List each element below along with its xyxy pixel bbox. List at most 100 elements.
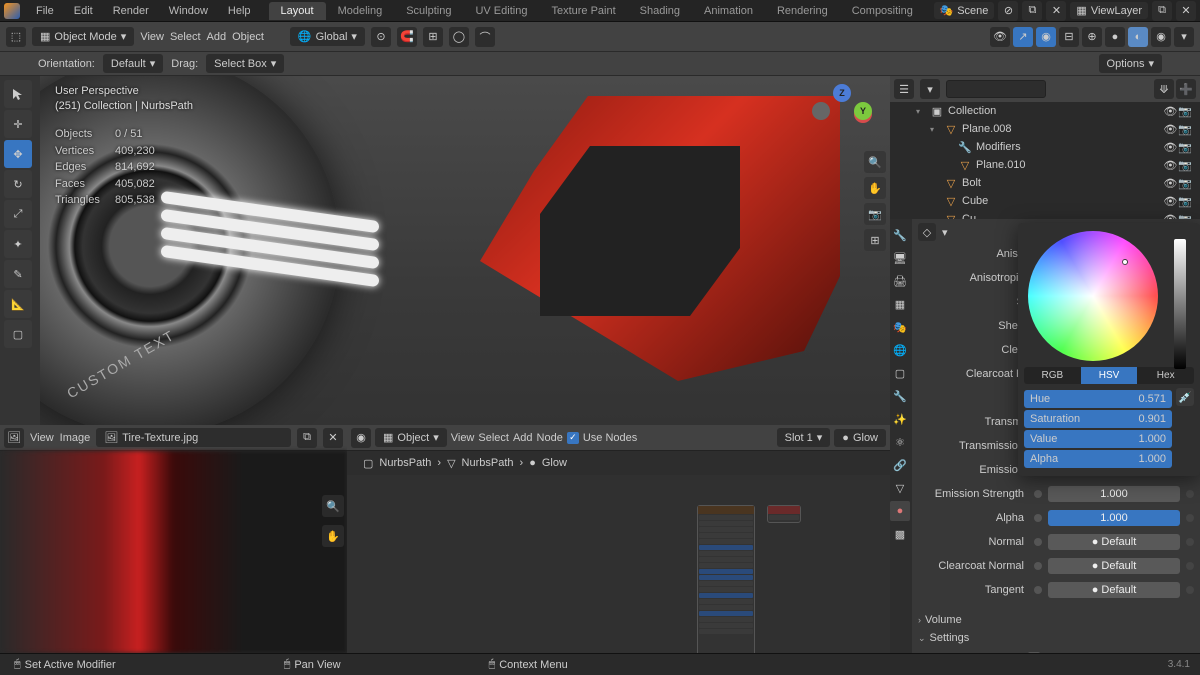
tab-uv[interactable]: UV Editing xyxy=(463,2,539,20)
visibility-icon[interactable]: 👁 xyxy=(990,27,1010,47)
close-icon[interactable]: ✕ xyxy=(1046,1,1066,21)
camera-icon[interactable]: 📷 xyxy=(1178,177,1192,190)
new-collection-icon[interactable]: ➕ xyxy=(1176,79,1196,99)
zoom-icon[interactable]: 🔍 xyxy=(864,151,886,173)
constraint-tab-icon[interactable]: 🔗 xyxy=(890,455,910,475)
alpha-field[interactable]: Alpha1.000 xyxy=(1024,450,1172,468)
outliner-item[interactable]: 🔧Modifiers👁📷 xyxy=(890,138,1200,156)
modifier-tab-icon[interactable]: 🔧 xyxy=(890,386,910,406)
camera-icon[interactable]: 📷 xyxy=(1178,159,1192,172)
orientation-dropdown[interactable]: 🌐Global▾ xyxy=(290,27,365,46)
prop-value[interactable]: ● Default xyxy=(1048,534,1180,550)
persp-icon[interactable]: ⊞ xyxy=(864,229,886,251)
crumb[interactable]: Glow xyxy=(542,457,567,469)
add-cube-tool[interactable]: ▢ xyxy=(4,320,32,348)
slot-dropdown[interactable]: Slot 1▾ xyxy=(777,428,831,447)
tab-compositing[interactable]: Compositing xyxy=(840,2,925,20)
scale-tool[interactable]: ⤢ xyxy=(4,200,32,228)
color-wheel[interactable] xyxy=(1028,231,1158,361)
editor-type-icon[interactable]: ☰ xyxy=(894,79,914,99)
editor-type-icon[interactable]: ◉ xyxy=(351,428,371,448)
volume-section[interactable]: ›Volume xyxy=(918,611,1194,629)
tab-rendering[interactable]: Rendering xyxy=(765,2,840,20)
color-cursor[interactable] xyxy=(1122,259,1128,265)
hsv-tab[interactable]: HSV xyxy=(1081,367,1138,384)
rgb-tab[interactable]: RGB xyxy=(1024,367,1081,384)
snap-mode-icon[interactable]: ⊞ xyxy=(423,27,443,47)
image-canvas[interactable] xyxy=(0,451,347,653)
tab-modeling[interactable]: Modeling xyxy=(326,2,395,20)
shader-node[interactable]: Node xyxy=(537,432,563,444)
shader-add[interactable]: Add xyxy=(513,432,533,444)
use-nodes-checkbox[interactable]: ✓Use Nodes xyxy=(567,432,637,444)
eye-icon[interactable]: 👁 xyxy=(1163,195,1177,208)
falloff-icon[interactable]: ⌒ xyxy=(475,27,495,47)
filter-icon[interactable]: ⟱ xyxy=(1154,79,1174,99)
anim-dot[interactable] xyxy=(1186,586,1194,594)
camera-icon[interactable]: 📷 xyxy=(1178,195,1192,208)
value-slider[interactable] xyxy=(1174,239,1186,369)
shader-select[interactable]: Select xyxy=(478,432,509,444)
menu-file[interactable]: File xyxy=(26,2,64,20)
3d-viewport[interactable]: ✛ ✥ ↻ ⤢ ✦ ✎ 📐 ▢ CUSTOM TEXT User Per xyxy=(0,76,890,425)
eye-icon[interactable]: 👁 xyxy=(1163,123,1177,136)
output-tab-icon[interactable]: 🖨 xyxy=(890,271,910,291)
eyedropper-icon[interactable]: 💉 xyxy=(1176,388,1194,406)
unlink-icon[interactable]: ✕ xyxy=(323,428,343,448)
data-tab-icon[interactable]: ▽ xyxy=(890,478,910,498)
expand-icon[interactable]: ▾ xyxy=(930,125,940,134)
anim-dot[interactable] xyxy=(1186,562,1194,570)
object-menu[interactable]: Object xyxy=(232,31,264,43)
scene-tab-icon[interactable]: 🎭 xyxy=(890,317,910,337)
img-view-menu[interactable]: View xyxy=(30,432,54,444)
outliner-search[interactable] xyxy=(946,80,1046,98)
hex-tab[interactable]: Hex xyxy=(1137,367,1194,384)
gizmo-icon[interactable]: ↗ xyxy=(1013,27,1033,47)
gizmo-orientation-dropdown[interactable]: Default▾ xyxy=(103,54,163,73)
crumb[interactable]: NurbsPath xyxy=(379,457,431,469)
world-tab-icon[interactable]: 🌐 xyxy=(890,340,910,360)
shader-type-dropdown[interactable]: ▦Object▾ xyxy=(375,428,447,447)
prop-value[interactable]: 1.000 xyxy=(1048,486,1180,502)
overlays-icon[interactable]: ◉ xyxy=(1036,27,1056,47)
copy-icon[interactable]: ⧉ xyxy=(1022,1,1042,21)
keyframe-dot[interactable] xyxy=(1034,538,1042,546)
chevron-down-icon[interactable]: ▾ xyxy=(942,226,948,239)
outliner-item[interactable]: ▽Plane.010👁📷 xyxy=(890,156,1200,174)
shade-rendered-icon[interactable]: ◉ xyxy=(1151,27,1171,47)
particle-tab-icon[interactable]: ✨ xyxy=(890,409,910,429)
render-tab-icon[interactable]: 🖥 xyxy=(890,248,910,268)
view-menu[interactable]: View xyxy=(140,31,164,43)
cursor-tool[interactable]: ✛ xyxy=(4,110,32,138)
move-tool[interactable]: ✥ xyxy=(4,140,32,168)
tab-texpaint[interactable]: Texture Paint xyxy=(539,2,627,20)
nav-gizmo[interactable]: X Y Z xyxy=(812,84,872,144)
outliner-item[interactable]: ▾▣Collection👁📷 xyxy=(890,102,1200,120)
shade-wire-icon[interactable]: ⊕ xyxy=(1082,27,1102,47)
sat-field[interactable]: Saturation0.901 xyxy=(1024,410,1172,428)
shade-matprev-icon[interactable]: ◐ xyxy=(1128,27,1148,47)
expand-icon[interactable]: ▾ xyxy=(916,107,926,116)
select-tool[interactable] xyxy=(4,80,32,108)
viewlayer-tab-icon[interactable]: ▦ xyxy=(890,294,910,314)
select-menu[interactable]: Select xyxy=(170,31,201,43)
tab-animation[interactable]: Animation xyxy=(692,2,765,20)
scene-selector[interactable]: 🎭Scene xyxy=(934,2,995,19)
image-selector[interactable]: 🖼Tire-Texture.jpg xyxy=(96,428,291,447)
anim-dot[interactable] xyxy=(1186,514,1194,522)
display-mode-icon[interactable]: ▾ xyxy=(920,79,940,99)
anim-dot[interactable] xyxy=(1186,490,1194,498)
anim-dot[interactable] xyxy=(1186,538,1194,546)
snap-icon[interactable]: 🧲 xyxy=(397,27,417,47)
pin-icon[interactable]: ⊘ xyxy=(998,1,1018,21)
output-node[interactable] xyxy=(767,505,801,523)
shade-solid-icon[interactable]: ● xyxy=(1105,27,1125,47)
pan-icon[interactable]: ✋ xyxy=(864,177,886,199)
xray-icon[interactable]: ⊟ xyxy=(1059,27,1079,47)
outliner-item[interactable]: ▽Bolt👁📷 xyxy=(890,174,1200,192)
val-field[interactable]: Value1.000 xyxy=(1024,430,1172,448)
pan-icon[interactable]: ✋ xyxy=(322,525,344,547)
measure-tool[interactable]: 📐 xyxy=(4,290,32,318)
tab-sculpting[interactable]: Sculpting xyxy=(394,2,463,20)
hue-field[interactable]: Hue0.571 xyxy=(1024,390,1172,408)
